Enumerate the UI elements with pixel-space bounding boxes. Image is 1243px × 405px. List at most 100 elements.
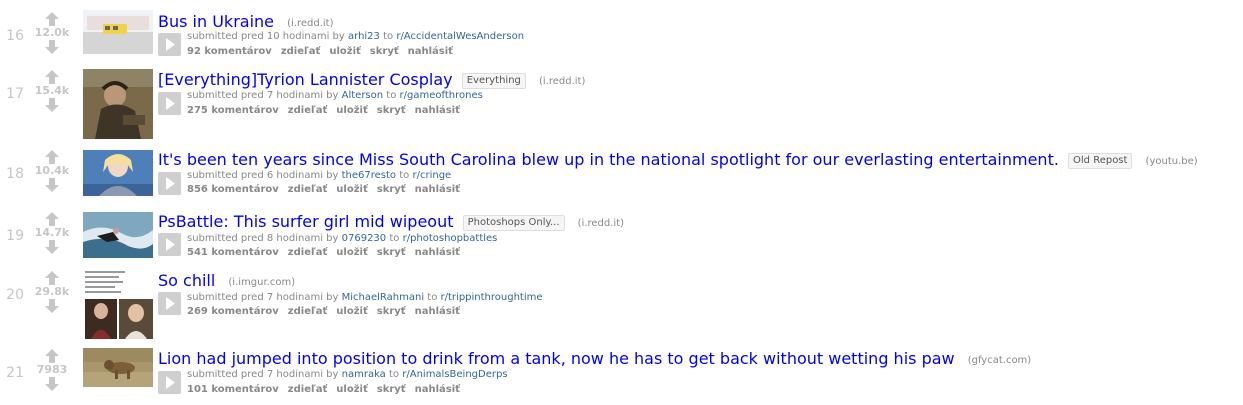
post-domain[interactable]: (i.redd.it) (287, 18, 333, 29)
upvote-arrow-icon[interactable] (44, 349, 60, 363)
report-button[interactable]: nahlásiť (415, 306, 460, 317)
hide-button[interactable]: skryť (377, 184, 406, 195)
expando-play-button[interactable] (158, 172, 181, 195)
downvote-arrow-icon[interactable] (44, 240, 60, 254)
report-button[interactable]: nahlásiť (415, 184, 460, 195)
subreddit-link[interactable]: r/AccidentalWesAnderson (396, 31, 524, 42)
save-button[interactable]: uložiť (336, 384, 367, 395)
post-score: 15.4k (34, 84, 70, 97)
upvote-arrow-icon[interactable] (44, 212, 60, 226)
tagline-submitted: submitted pred (187, 292, 264, 303)
subreddit-link[interactable]: r/AnimalsBeingDerps (402, 369, 507, 380)
comments-link[interactable]: 92 komentárov (187, 46, 272, 57)
post-buttons: 541 komentárov zdieľať uložiť skryť nahlásiť (187, 247, 469, 258)
tagline-by: by (326, 90, 339, 101)
post-title-link[interactable]: PsBattle: This surfer girl mid wipeout (158, 212, 454, 231)
upvote-arrow-icon[interactable] (44, 150, 60, 164)
comments-link[interactable]: 856 komentárov (187, 184, 279, 195)
share-button[interactable]: zdieľať (288, 105, 328, 116)
save-button[interactable]: uložiť (329, 46, 360, 57)
post-title-link[interactable]: Lion had jumped into position to drink f… (158, 349, 955, 368)
post-thumbnail[interactable] (83, 212, 153, 258)
downvote-arrow-icon[interactable] (44, 299, 60, 313)
hide-button[interactable]: skryť (377, 105, 406, 116)
downvote-arrow-icon[interactable] (44, 40, 60, 54)
post-tagline: submitted pred 10 hodinami by arhi23 to … (187, 31, 524, 42)
share-button[interactable]: zdieľať (288, 306, 328, 317)
expando-play-button[interactable] (158, 92, 181, 115)
post-title-link[interactable]: [Everything]Tyrion Lannister Cosplay (158, 70, 453, 89)
comments-link[interactable]: 101 komentárov (187, 384, 279, 395)
author-link[interactable]: the67resto (342, 170, 396, 181)
share-button[interactable]: zdieľať (288, 384, 328, 395)
subreddit-link[interactable]: r/photoshopbattles (403, 233, 498, 244)
share-button[interactable]: zdieľať (281, 46, 321, 57)
tagline-to: to (389, 369, 400, 380)
post-title-link[interactable]: It's been ten years since Miss South Car… (158, 150, 1059, 169)
post-score: 14.7k (34, 226, 70, 239)
upvote-arrow-icon[interactable] (44, 271, 60, 285)
post-thumbnail[interactable] (83, 10, 153, 54)
author-link[interactable]: MichaelRahmani (342, 292, 424, 303)
subreddit-link[interactable]: r/trippinthroughtime (441, 292, 543, 303)
subreddit-link[interactable]: r/gameofthrones (400, 90, 483, 101)
post-thumbnail[interactable] (83, 150, 153, 196)
tagline-time: 7 hodinami (266, 292, 323, 303)
author-link[interactable]: namraka (342, 369, 386, 380)
save-button[interactable]: uložiť (336, 184, 367, 195)
share-button[interactable]: zdieľať (288, 247, 328, 258)
post-rank: 21 (6, 365, 24, 381)
report-button[interactable]: nahlásiť (415, 105, 460, 116)
post-thumbnail[interactable] (83, 269, 153, 339)
expando-play-button[interactable] (158, 33, 181, 56)
tagline-submitted: submitted pred (187, 31, 264, 42)
save-button[interactable]: uložiť (336, 105, 367, 116)
post-flair: Photoshops Only... (462, 215, 565, 231)
share-button[interactable]: zdieľať (288, 184, 328, 195)
downvote-arrow-icon[interactable] (44, 98, 60, 112)
post-thumbnail[interactable] (83, 69, 153, 139)
author-link[interactable]: arhi23 (348, 31, 380, 42)
post-title-link[interactable]: Bus in Ukraine (158, 12, 274, 31)
hide-button[interactable]: skryť (370, 46, 399, 57)
post-domain[interactable]: (gfycat.com) (968, 355, 1032, 366)
report-button[interactable]: nahlásiť (415, 247, 460, 258)
tagline-to: to (383, 31, 394, 42)
save-button[interactable]: uložiť (336, 306, 367, 317)
expando-play-button[interactable] (158, 292, 181, 315)
tagline-by: by (326, 233, 339, 244)
comments-link[interactable]: 275 komentárov (187, 105, 279, 116)
save-button[interactable]: uložiť (336, 247, 367, 258)
downvote-arrow-icon[interactable] (44, 178, 60, 192)
author-link[interactable]: Alterson (342, 90, 383, 101)
tagline-time: 8 hodinami (266, 233, 323, 244)
post-tagline: submitted pred 8 hodinami by 0769230 to … (187, 233, 497, 244)
tagline-to: to (427, 292, 438, 303)
post-thumbnail[interactable] (83, 348, 153, 387)
post-domain[interactable]: (i.imgur.com) (228, 277, 295, 288)
expando-play-button[interactable] (158, 233, 181, 256)
report-button[interactable]: nahlásiť (408, 46, 453, 57)
expando-play-button[interactable] (158, 371, 181, 394)
downvote-arrow-icon[interactable] (44, 377, 60, 391)
comments-link[interactable]: 541 komentárov (187, 247, 279, 258)
report-button[interactable]: nahlásiť (415, 384, 460, 395)
hide-button[interactable]: skryť (377, 247, 406, 258)
author-link[interactable]: 0769230 (342, 233, 387, 244)
hide-button[interactable]: skryť (377, 384, 406, 395)
comments-link[interactable]: 269 komentárov (187, 306, 279, 317)
post-domain[interactable]: (i.redd.it) (578, 218, 624, 229)
upvote-arrow-icon[interactable] (44, 70, 60, 84)
subreddit-link[interactable]: r/cringe (412, 170, 451, 181)
post-buttons: 275 komentárov zdieľať uložiť skryť nahlásiť (187, 105, 469, 116)
post-title-link[interactable]: So chill (158, 271, 215, 290)
post-score: 12.0k (34, 26, 70, 39)
post-domain[interactable]: (youtu.be) (1146, 156, 1198, 167)
post-tagline: submitted pred 7 hodinami by MichaelRahm… (187, 292, 543, 303)
tagline-submitted: submitted pred (187, 233, 264, 244)
vote-box: 12.0k (30, 12, 74, 54)
upvote-arrow-icon[interactable] (44, 12, 60, 26)
post-domain[interactable]: (i.redd.it) (539, 76, 585, 87)
hide-button[interactable]: skryť (377, 306, 406, 317)
post-buttons: 269 komentárov zdieľať uložiť skryť nahlásiť (187, 306, 469, 317)
